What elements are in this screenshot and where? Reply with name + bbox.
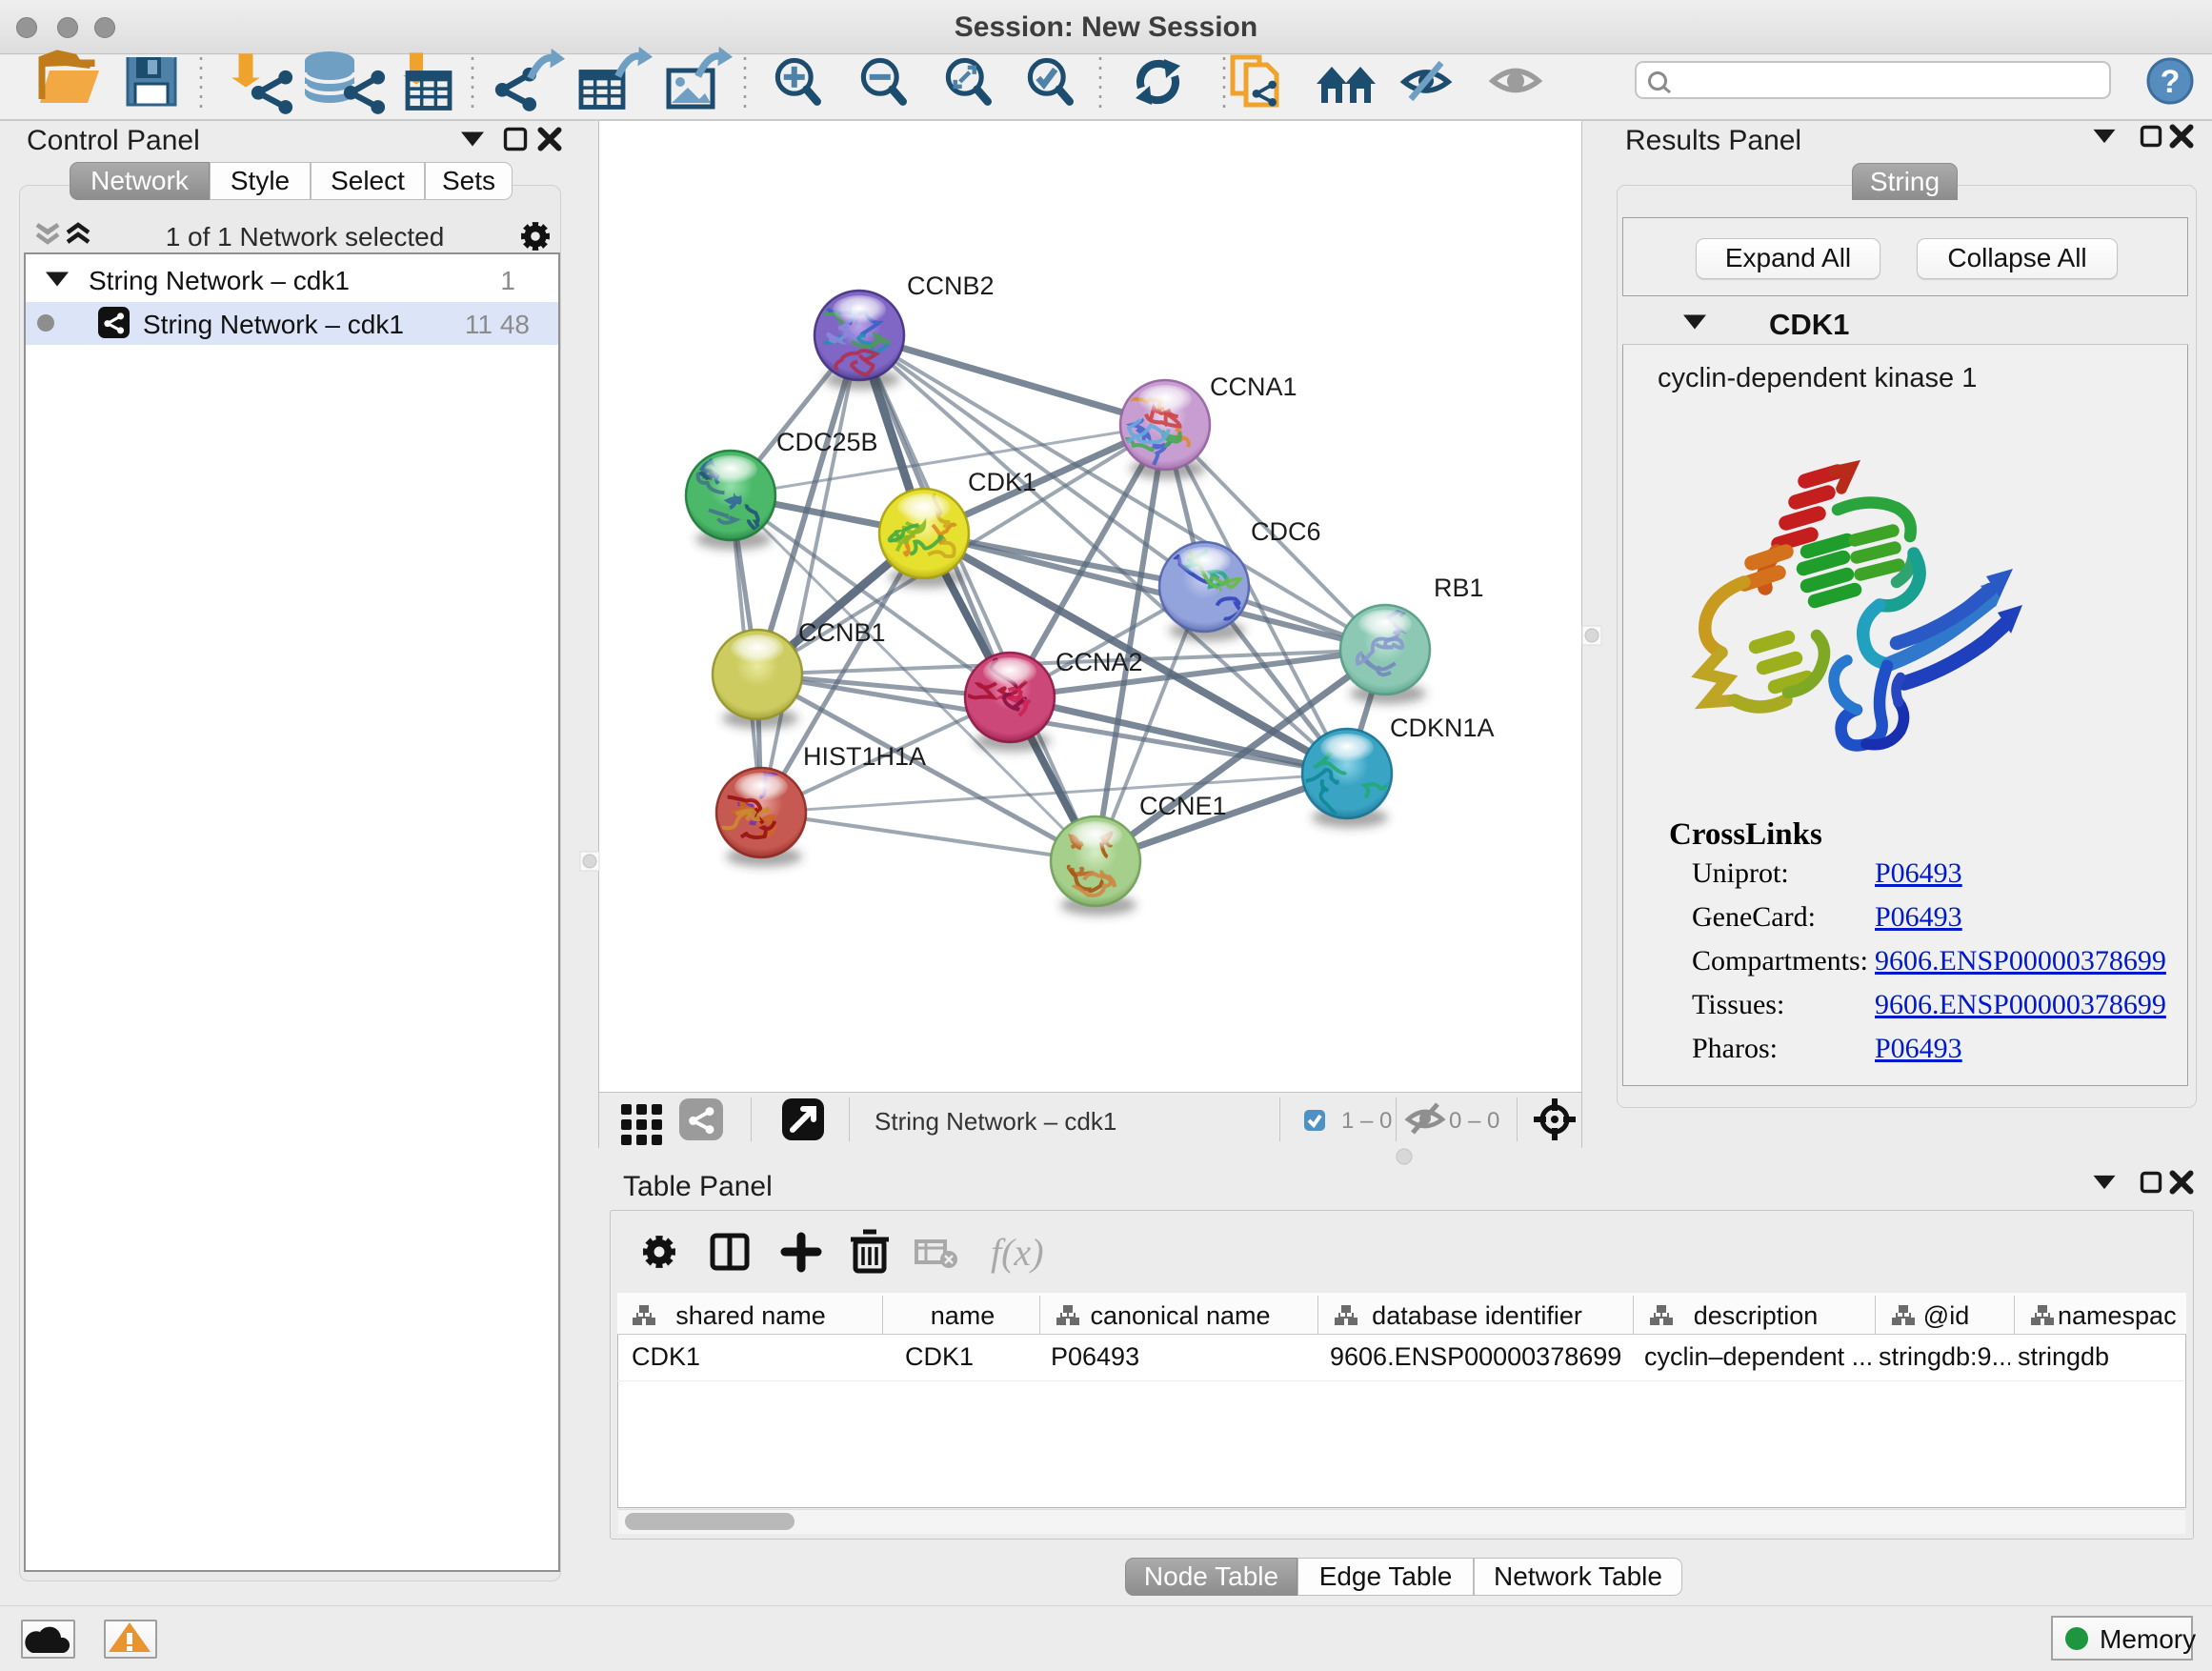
svg-text:CDK1: CDK1 xyxy=(968,468,1036,496)
svg-text:CCNE1: CCNE1 xyxy=(1139,792,1227,820)
svg-text:CCNB2: CCNB2 xyxy=(907,272,995,300)
svg-text:HIST1H1A: HIST1H1A xyxy=(803,742,926,771)
svg-text:CDC25B: CDC25B xyxy=(776,428,878,456)
svg-text:CCNA1: CCNA1 xyxy=(1210,372,1297,401)
svg-text:RB1: RB1 xyxy=(1434,574,1484,602)
svg-text:CDKN1A: CDKN1A xyxy=(1390,714,1495,742)
svg-text:CCNA2: CCNA2 xyxy=(1056,648,1143,676)
svg-text:CDC6: CDC6 xyxy=(1251,517,1321,546)
svg-text:CCNB1: CCNB1 xyxy=(798,618,886,647)
